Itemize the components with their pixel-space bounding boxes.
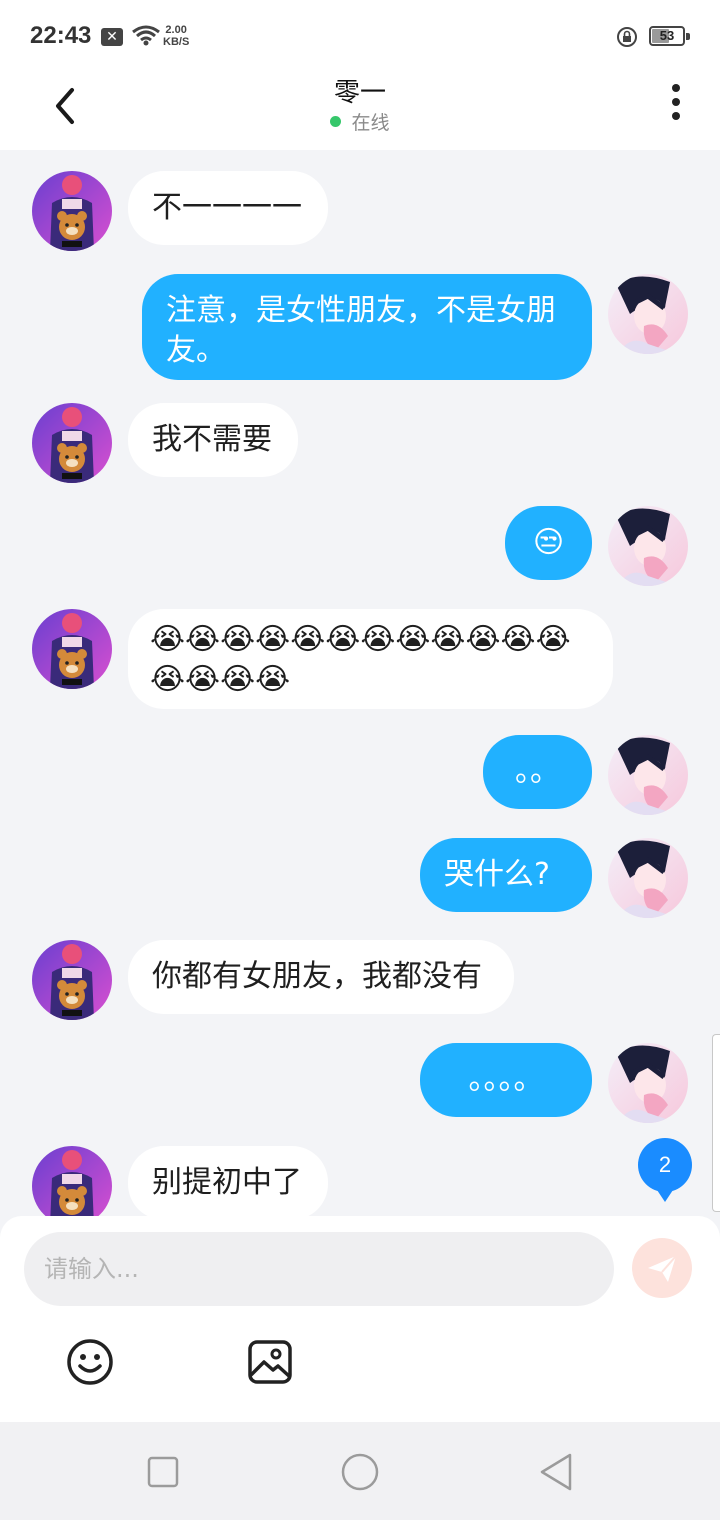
smiley-icon[interactable] xyxy=(65,1337,115,1387)
contact-avatar[interactable] xyxy=(32,609,112,689)
online-dot xyxy=(330,116,342,127)
rotation-lock-icon xyxy=(617,27,637,47)
message-bubble-outgoing[interactable]: 哭什么? xyxy=(420,838,592,912)
message-bubble-outgoing[interactable]: 😒 xyxy=(505,506,592,580)
composer xyxy=(0,1216,720,1422)
status-time: 22:43 xyxy=(30,22,92,49)
contact-avatar[interactable] xyxy=(32,403,112,483)
wifi-icon xyxy=(132,25,160,46)
contact-name: 零一 xyxy=(333,78,386,108)
message-bubble-incoming[interactable]: 不一一一一 xyxy=(128,171,328,245)
chat-header: 零一 在线 xyxy=(0,70,720,150)
battery-level: 53 xyxy=(659,28,675,43)
notification-x-icon: ✕ xyxy=(101,28,123,46)
triangle-icon[interactable] xyxy=(538,1452,574,1492)
scroll-handle[interactable] xyxy=(712,1034,720,1212)
my-avatar[interactable] xyxy=(608,1043,688,1123)
online-status: 在线 xyxy=(0,108,720,135)
image-icon[interactable] xyxy=(245,1337,295,1387)
message-bubble-incoming[interactable]: 你都有女朋友，我都没有 xyxy=(128,940,514,1014)
online-status-label: 在线 xyxy=(351,112,390,134)
contact-avatar[interactable] xyxy=(32,940,112,1020)
network-speed-value: 2.00 xyxy=(165,24,187,36)
message-bubble-outgoing[interactable]: 。。。。 xyxy=(420,1043,592,1117)
message-bubble-incoming[interactable]: 别提初中了 xyxy=(128,1146,328,1216)
message-bubble-outgoing[interactable]: 。。 xyxy=(483,735,592,809)
status-bar: 22:43 ✕ 2.00 KB/S 53 xyxy=(0,0,720,70)
battery-icon: 53 xyxy=(649,26,690,46)
my-avatar[interactable] xyxy=(608,735,688,815)
my-avatar[interactable] xyxy=(608,838,688,918)
message-bubble-outgoing[interactable]: 注意，是女性朋友，不是女朋友。 xyxy=(142,274,592,380)
message-bubble-incoming[interactable]: 😭😭😭😭😭😭😭😭😭😭😭😭😭😭😭😭 xyxy=(128,609,613,709)
system-nav-bar xyxy=(0,1422,720,1520)
message-bubble-incoming[interactable]: 我不需要 xyxy=(128,403,298,477)
contact-avatar[interactable] xyxy=(32,1146,112,1216)
circle-icon[interactable] xyxy=(340,1452,380,1492)
more-vertical-icon[interactable] xyxy=(660,80,692,124)
contact-avatar[interactable] xyxy=(32,171,112,251)
my-avatar[interactable] xyxy=(608,506,688,586)
unread-count-badge[interactable]: 2 xyxy=(638,1138,692,1202)
network-speed: 2.00 KB/S xyxy=(163,24,189,48)
message-input[interactable] xyxy=(24,1232,614,1306)
square-icon[interactable] xyxy=(147,1456,179,1488)
message-list[interactable]: 不一一一一 注意，是女性朋友，不是女朋友。 我不需要 😒 😭😭😭😭😭😭😭😭😭😭😭… xyxy=(0,150,720,1216)
my-avatar[interactable] xyxy=(608,274,688,354)
send-button[interactable] xyxy=(632,1238,692,1298)
paper-plane-icon xyxy=(648,1255,677,1282)
network-speed-unit: KB/S xyxy=(163,36,190,48)
